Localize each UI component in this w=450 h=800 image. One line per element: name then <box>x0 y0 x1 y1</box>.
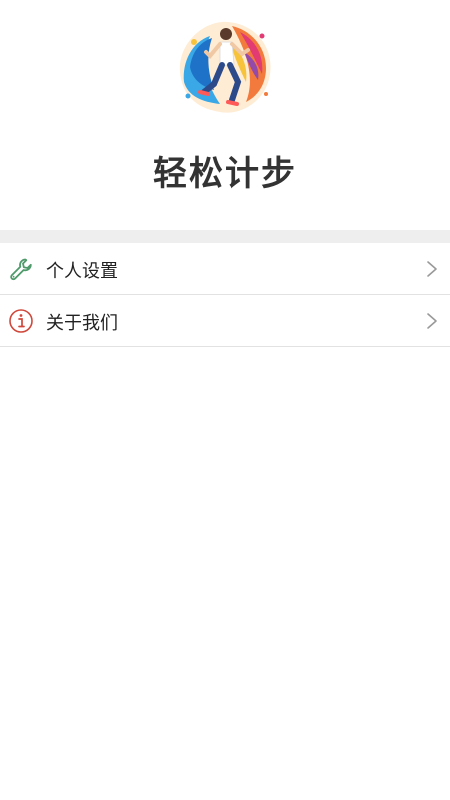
section-divider <box>0 230 450 243</box>
menu-item-label: 个人设置 <box>46 261 118 282</box>
app-header: 轻松计步 <box>0 0 450 230</box>
wrench-icon <box>10 258 32 281</box>
settings-menu: 个人设置 关于我们 <box>0 243 450 347</box>
menu-item-about-us[interactable]: 关于我们 <box>0 295 450 347</box>
chevron-right-icon <box>427 313 437 329</box>
menu-item-label: 关于我们 <box>46 313 118 334</box>
running-person-logo <box>175 17 275 117</box>
settings-page: 轻松计步 个人设置 关于我们 <box>0 0 450 800</box>
menu-item-personal-settings[interactable]: 个人设置 <box>0 243 450 295</box>
chevron-right-icon <box>427 261 437 277</box>
info-icon <box>9 309 33 333</box>
app-title: 轻松计步 <box>153 154 297 194</box>
